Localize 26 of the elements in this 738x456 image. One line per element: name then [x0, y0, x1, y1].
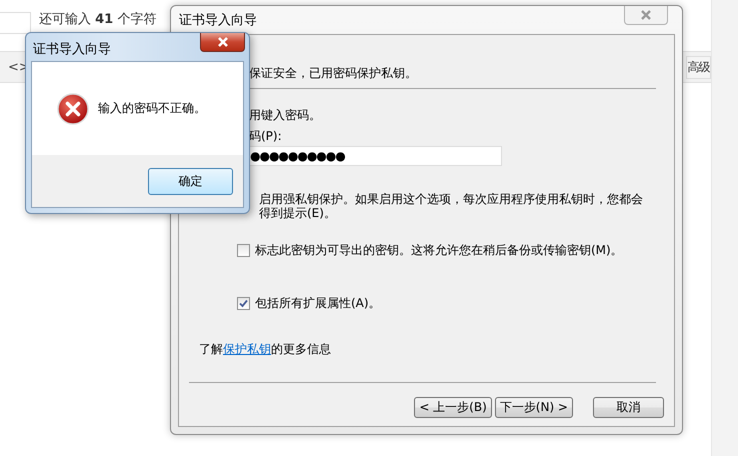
check-icon — [239, 299, 248, 308]
help-link[interactable]: 保护私钥 — [223, 342, 271, 356]
checkbox-label: 标志此密钥为可导出的密钥。这将允许您在稍后备份或传输密钥(M)。 — [255, 242, 623, 259]
wizard-button[interactable]: < 上一步(B) — [414, 397, 492, 418]
dialog-title: 证书导入向导 — [33, 41, 111, 59]
strong-protection-text: 启用强私钥保护。如果启用这个选项，每次应用程序使用私钥时，您都会 得到提示(E)。 — [259, 192, 643, 220]
ok-button[interactable]: 确定 — [148, 168, 233, 194]
checkbox[interactable] — [237, 297, 250, 310]
wizard-button[interactable]: 取消 — [593, 397, 664, 418]
close-icon — [640, 10, 652, 20]
error-message: 输入的密码不正确。 — [98, 100, 206, 117]
prompt-text: 用键入密码。 — [249, 108, 321, 122]
character-counter: 还可输入 41 个字符 — [39, 12, 156, 27]
password-field[interactable]: ●●●●●●●●●● — [247, 146, 502, 166]
error-icon — [57, 92, 89, 124]
password-label: 码(P): — [249, 129, 282, 143]
learn-more-text: 了解保护私钥的更多信息 — [199, 342, 331, 356]
window-title: 证书导入向导 — [179, 12, 257, 29]
intro-text: 保证安全，已用密码保护私钥。 — [249, 66, 417, 80]
close-icon — [216, 37, 228, 47]
wizard-button[interactable]: 下一步(N) > — [494, 397, 573, 418]
text-field[interactable] — [0, 12, 31, 34]
checkbox-label: 包括所有扩展属性(A)。 — [255, 295, 381, 312]
advanced-button[interactable]: 高级 — [686, 56, 711, 78]
close-button[interactable] — [200, 33, 245, 52]
checkbox[interactable] — [237, 244, 250, 257]
